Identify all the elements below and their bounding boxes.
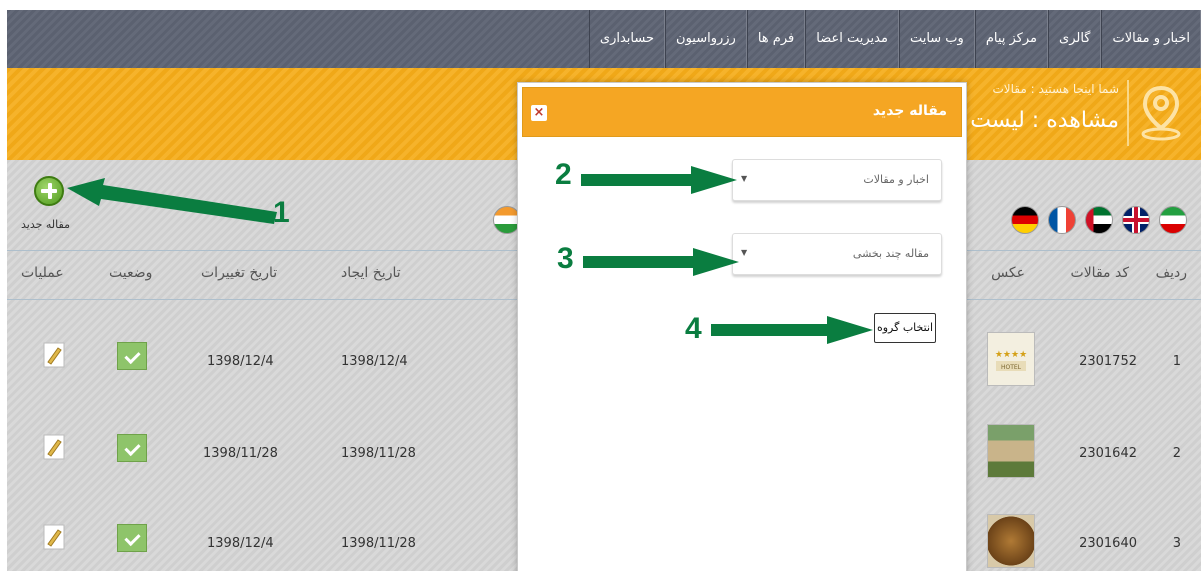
annotation-arrow-1: [67, 178, 277, 224]
header-created: تاریخ ایجاد: [341, 265, 401, 281]
status-check-icon[interactable]: [117, 342, 147, 370]
header-image: عکس: [991, 265, 1025, 281]
add-article-icon[interactable]: [34, 176, 64, 206]
close-icon[interactable]: ×: [531, 105, 547, 121]
hotel-thumbnail: ★★★★ HOTEL: [987, 332, 1035, 386]
nav-item-news[interactable]: اخبار و مقالات: [1101, 10, 1201, 68]
location-pin-icon: [1141, 85, 1181, 141]
annotation-number-2: 2: [555, 158, 572, 191]
header-row: ردیف: [1155, 265, 1187, 281]
cell-modified: 1398/11/28: [203, 446, 278, 461]
chevron-down-icon: ▼: [741, 174, 748, 183]
annotation-number-4: 4: [685, 312, 702, 345]
status-check-icon[interactable]: [117, 434, 147, 462]
header-ops: عملیات: [21, 265, 64, 281]
breadcrumb: شما اینجا هستید : مقالات: [992, 82, 1119, 96]
select-group-button[interactable]: انتخاب گروه: [874, 313, 936, 343]
svg-text:★★★★: ★★★★: [995, 350, 1027, 360]
article-type-select-value: مقاله چند بخشی: [852, 247, 929, 260]
edit-pencil-icon[interactable]: [43, 524, 65, 550]
category-select[interactable]: ▼ اخبار و مقالات: [732, 159, 942, 201]
add-article-label[interactable]: مقاله جدید: [21, 218, 70, 231]
iran-flag-icon[interactable]: [1159, 206, 1187, 234]
cell-code: 2301642: [1079, 446, 1137, 461]
edit-pencil-icon[interactable]: [43, 434, 65, 460]
svg-text:HOTEL: HOTEL: [1001, 364, 1022, 371]
cell-row: 3: [1172, 536, 1181, 551]
category-select-value: اخبار و مقالات: [863, 173, 929, 186]
header-code: کد مقالات: [1070, 265, 1129, 281]
annotation-number-3: 3: [557, 242, 574, 275]
nav-item-accounting[interactable]: حسابداری: [588, 10, 666, 68]
header-modified: تاریخ تغییرات: [201, 265, 278, 281]
status-check-icon[interactable]: [117, 524, 147, 552]
uk-flag-icon[interactable]: [1122, 206, 1150, 234]
nav-item-messages[interactable]: مرکز پیام: [974, 10, 1049, 68]
building-thumbnail: [987, 424, 1035, 478]
cell-row: 2: [1172, 446, 1181, 461]
annotation-arrow-2: [581, 166, 737, 194]
article-type-select[interactable]: ▼ مقاله چند بخشی: [732, 233, 942, 275]
nav-item-members[interactable]: مدیریت اعضا: [805, 10, 899, 68]
language-flags: [1011, 206, 1187, 234]
cell-modified: 1398/12/4: [207, 354, 274, 369]
annotation-arrow-3: [583, 248, 739, 276]
modal-header: × مقاله جدید: [522, 87, 962, 137]
edit-pencil-icon[interactable]: [43, 342, 65, 368]
cell-row: 1: [1172, 354, 1181, 369]
uae-flag-icon[interactable]: [1085, 206, 1113, 234]
cell-code: 2301752: [1079, 354, 1137, 369]
germany-flag-icon[interactable]: [1011, 206, 1039, 234]
header-status: وضعیت: [109, 265, 153, 281]
cell-created: 1398/11/28: [341, 446, 416, 461]
food-thumbnail: [987, 514, 1035, 568]
nav-item-website[interactable]: وب سایت: [898, 10, 975, 68]
banner-divider: [1127, 80, 1129, 146]
page-title: مشاهده : لیست: [970, 108, 1119, 133]
app-frame: اخبار و مقالات گالری مرکز پیام وب سایت م…: [7, 10, 1201, 571]
cell-code: 2301640: [1079, 536, 1137, 551]
cell-created: 1398/12/4: [341, 354, 408, 369]
cell-created: 1398/11/28: [341, 536, 416, 551]
annotation-number-1: 1: [273, 196, 290, 229]
france-flag-icon[interactable]: [1048, 206, 1076, 234]
cell-modified: 1398/12/4: [207, 536, 274, 551]
nav-item-reservation[interactable]: رزرواسیون: [665, 10, 747, 68]
top-navigation: اخبار و مقالات گالری مرکز پیام وب سایت م…: [7, 10, 1201, 68]
nav-item-gallery[interactable]: گالری: [1048, 10, 1102, 68]
annotation-arrow-4: [711, 316, 873, 344]
nav-menu: اخبار و مقالات گالری مرکز پیام وب سایت م…: [588, 10, 1201, 68]
nav-item-forms[interactable]: فرم ها: [746, 10, 806, 68]
modal-title: مقاله جدید: [872, 103, 947, 119]
